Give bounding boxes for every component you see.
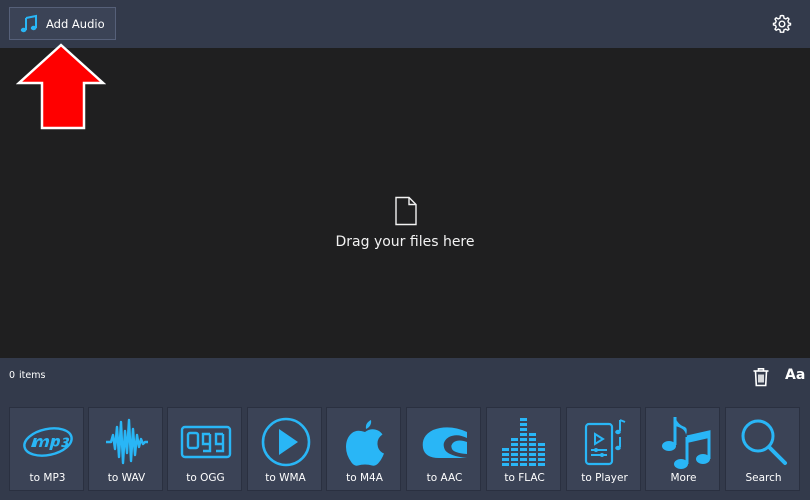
- format-label: to WAV: [107, 472, 146, 484]
- format-button-search[interactable]: Search: [725, 407, 800, 491]
- format-button-flac[interactable]: to FLAC: [486, 407, 561, 491]
- format-label: to WMA: [265, 472, 306, 484]
- format-button-wav[interactable]: to WAV: [88, 407, 163, 491]
- item-count: 0 items: [9, 370, 45, 381]
- apple-icon: [327, 414, 402, 470]
- music-note-icon: [18, 13, 40, 35]
- format-button-mp3[interactable]: to MP3: [9, 407, 84, 491]
- file-icon: [393, 196, 419, 226]
- equalizer-icon: [487, 414, 562, 470]
- drop-hint-text: Drag your files here: [335, 234, 475, 250]
- format-button-wma[interactable]: to WMA: [247, 407, 322, 491]
- format-label: to Player: [581, 472, 628, 484]
- font-size-button[interactable]: Aa: [785, 367, 805, 383]
- format-toolbar: to MP3 to WAV to OGG to WMA to M4A to AA…: [0, 396, 810, 500]
- search-icon: [726, 414, 801, 470]
- format-button-player[interactable]: to Player: [566, 407, 641, 491]
- red-arrow-annotation: [16, 43, 106, 130]
- format-button-m4a[interactable]: to M4A: [326, 407, 401, 491]
- play-icon: [248, 414, 323, 470]
- top-toolbar: Add Audio: [0, 0, 810, 48]
- format-label: Search: [745, 472, 782, 484]
- waveform-icon: [89, 414, 164, 470]
- format-button-more[interactable]: More: [645, 407, 720, 491]
- format-label: to M4A: [346, 472, 383, 484]
- status-bar: 0 items Aa: [0, 358, 810, 396]
- format-label: to OGG: [186, 472, 225, 484]
- format-label: More: [670, 472, 697, 484]
- trash-icon[interactable]: [752, 367, 770, 387]
- add-audio-label: Add Audio: [46, 16, 105, 31]
- format-label: to AAC: [426, 472, 463, 484]
- add-audio-button[interactable]: Add Audio: [9, 7, 116, 40]
- item-count-unit: items: [19, 370, 46, 381]
- ogg-icon: [168, 414, 243, 470]
- drop-zone[interactable]: Drag your files here: [0, 48, 810, 358]
- format-button-aac[interactable]: to AAC: [406, 407, 481, 491]
- format-button-ogg[interactable]: to OGG: [167, 407, 242, 491]
- mp3-icon: [10, 414, 85, 470]
- format-label: to FLAC: [504, 472, 545, 484]
- phone-player-icon: [567, 414, 642, 470]
- item-count-value: 0: [9, 370, 16, 381]
- gear-icon[interactable]: [770, 12, 794, 36]
- format-label: to MP3: [29, 472, 66, 484]
- music-notes-icon: [646, 414, 721, 470]
- aac-icon: [407, 414, 482, 470]
